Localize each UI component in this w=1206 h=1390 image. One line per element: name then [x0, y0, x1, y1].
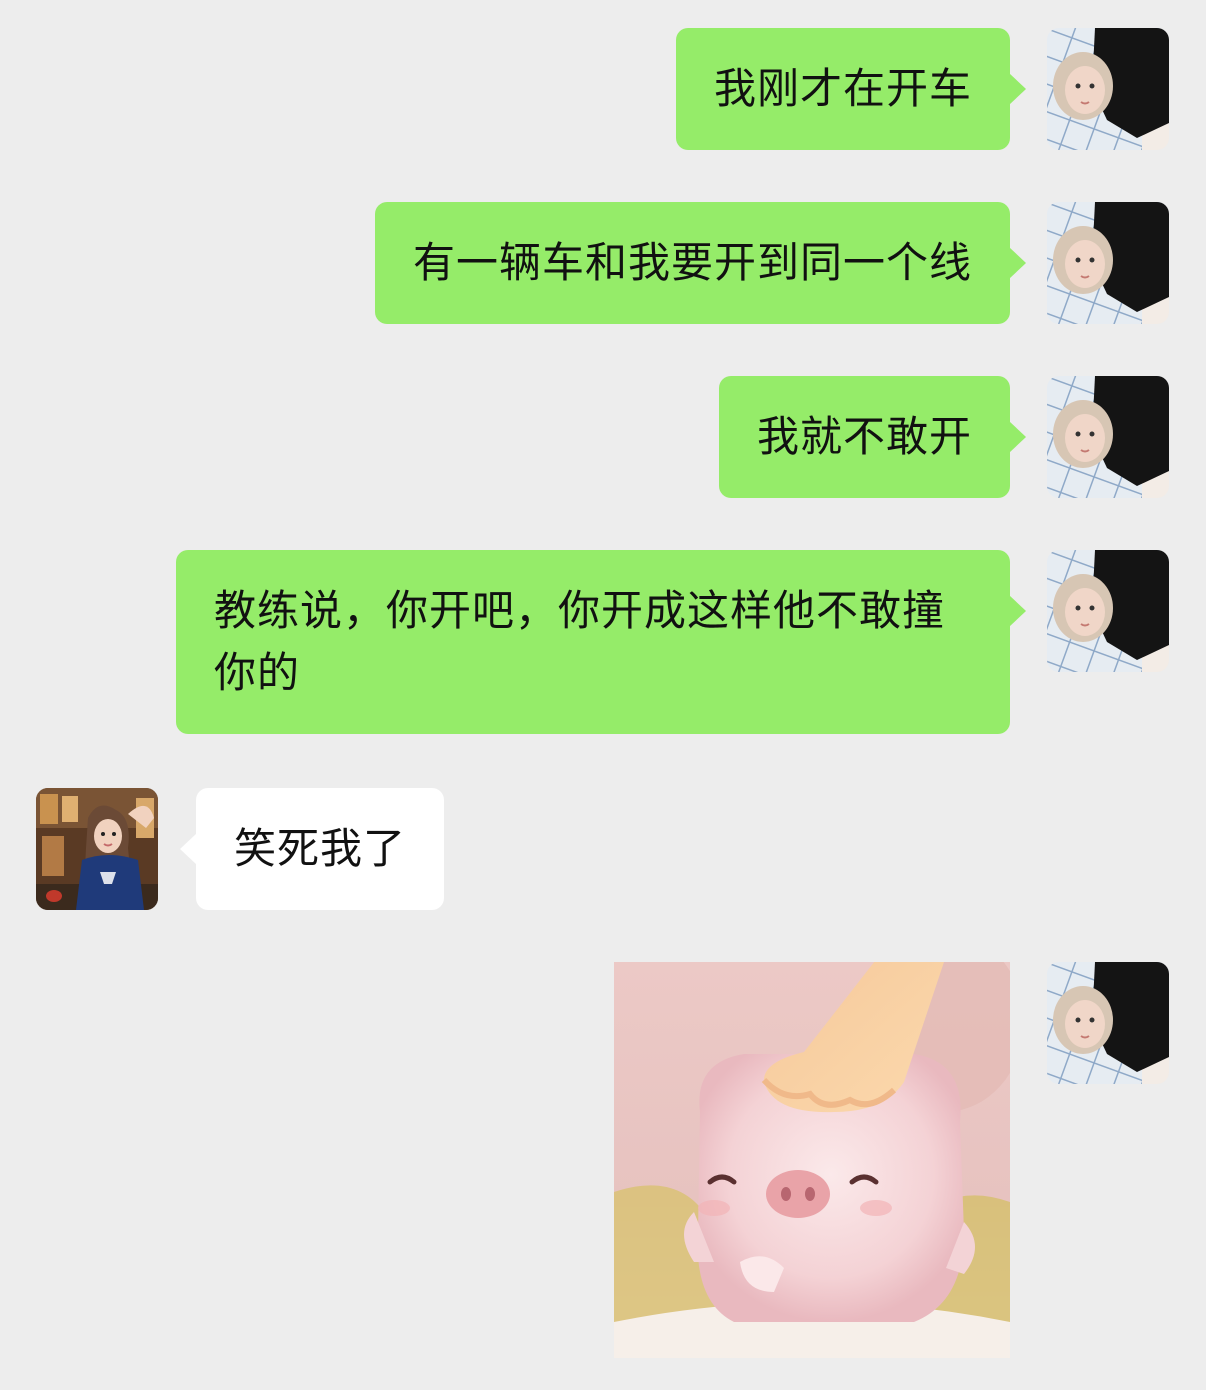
self-avatar[interactable] — [1047, 550, 1169, 672]
message-text: 我就不敢开 — [756, 412, 972, 461]
sent-message-bubble[interactable]: 我就不敢开 — [718, 376, 1027, 498]
sent-message-bubble[interactable]: 有一辆车和我要开到同一个线 — [374, 202, 1027, 324]
pig-being-patted-sticker[interactable] — [614, 962, 1010, 1358]
sent-message-bubble[interactable]: 我刚才在开车 — [675, 28, 1027, 150]
self-avatar[interactable] — [1047, 202, 1169, 324]
self-avatar[interactable] — [1047, 962, 1169, 1084]
self-avatar[interactable] — [1047, 376, 1169, 498]
self-avatar[interactable] — [1047, 28, 1169, 150]
message-text: 笑死我了 — [234, 824, 407, 873]
message-row: 我就不敢开 — [0, 376, 1206, 500]
received-message-bubble[interactable]: 笑死我了 — [179, 788, 445, 910]
sent-message-bubble[interactable]: 教练说，你开吧，你开成这样他不敢撞你的 — [176, 550, 1026, 734]
message-text: 有一辆车和我要开到同一个线 — [412, 238, 972, 287]
message-row: 笑死我了 — [0, 788, 1206, 912]
message-row: 我刚才在开车 — [0, 28, 1206, 152]
message-row: 教练说，你开吧，你开成这样他不敢撞你的 — [0, 550, 1206, 736]
contact-avatar[interactable] — [36, 788, 158, 910]
message-text: 我刚才在开车 — [713, 64, 972, 113]
message-row — [0, 962, 1206, 1358]
message-text: 教练说，你开吧，你开成这样他不敢撞你的 — [214, 586, 946, 697]
message-row: 有一辆车和我要开到同一个线 — [0, 202, 1206, 326]
